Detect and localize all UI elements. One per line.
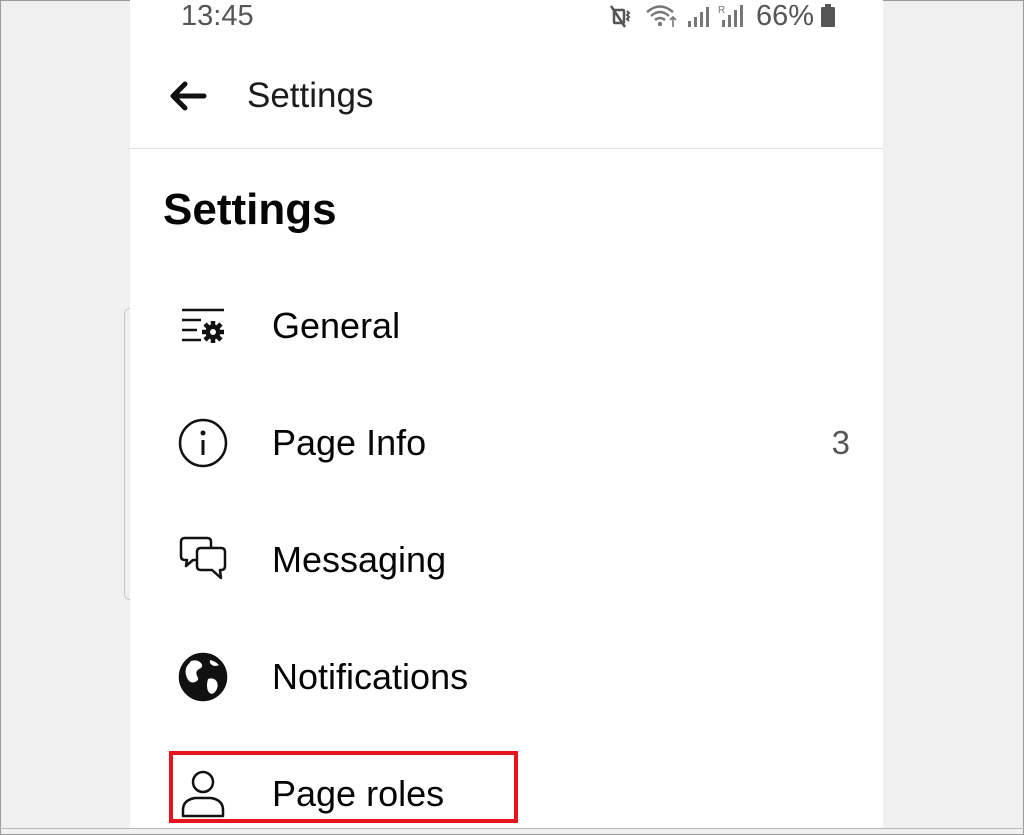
chat-bubbles-icon [177, 534, 229, 586]
count-badge: 3 [831, 424, 850, 461]
info-icon [177, 417, 229, 469]
menu-item-general[interactable]: General [130, 276, 883, 376]
list-settings-icon [177, 300, 229, 352]
bottom-divider [0, 828, 1024, 829]
back-arrow-icon [168, 81, 208, 120]
battery-percentage: 66% [756, 0, 815, 32]
status-time: 13:45 [181, 0, 254, 32]
back-button[interactable] [168, 76, 208, 116]
phone-screen: 13:45 R 66% Settings Settings General Pa… [130, 0, 883, 828]
roaming-signal-icon: R [718, 3, 746, 29]
menu-item-page-roles[interactable]: Page roles [130, 744, 883, 828]
menu-item-label: Messaging [272, 539, 447, 580]
globe-icon [177, 651, 229, 703]
mute-vibrate-icon [610, 3, 638, 29]
menu-item-notifications[interactable]: Notifications [130, 627, 883, 727]
menu-item-messaging[interactable]: Messaging [130, 510, 883, 610]
svg-text:R: R [718, 5, 725, 16]
menu-item-label: Page roles [272, 773, 445, 814]
wifi-icon [644, 3, 680, 29]
battery-icon [820, 3, 836, 29]
person-icon [177, 768, 229, 820]
status-icons: R 66% [610, 0, 836, 32]
app-header: Settings [130, 36, 883, 149]
menu-item-label: Page Info [272, 422, 427, 463]
menu-item-page-info[interactable]: Page Info 3 [130, 393, 883, 493]
signal-icon [686, 3, 712, 29]
page-title: Settings [163, 185, 337, 234]
status-bar: 13:45 R 66% [130, 0, 883, 36]
menu-item-label: General [272, 305, 401, 346]
menu-item-label: Notifications [272, 656, 469, 697]
header-title: Settings [247, 76, 374, 115]
